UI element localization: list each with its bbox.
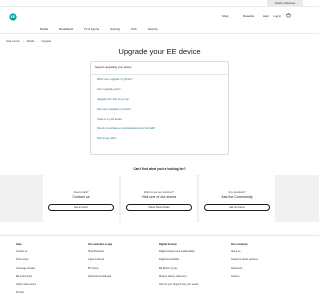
breadcrumb-separator: ›	[22, 40, 24, 43]
header-link-rewards[interactable]: Rewards	[243, 14, 254, 18]
nav-broadband[interactable]: Broadband	[59, 27, 73, 31]
footer-link[interactable]: Product	[16, 291, 36, 299]
header-link-shop[interactable]: Shop	[222, 14, 229, 18]
footer-heading: Our websites & app	[88, 243, 113, 246]
ee-logo-icon[interactable]: EE	[9, 13, 17, 21]
faq-link[interactable]: Trade in my old device	[97, 114, 222, 124]
breadcrumb-separator: ›	[37, 40, 39, 43]
help-heading: Can't find what you're looking for?	[133, 167, 186, 171]
divider	[0, 235, 319, 236]
svg-text:EE: EE	[11, 15, 16, 19]
footer-link[interactable]: Shop Business	[88, 250, 112, 258]
footer-heading: Digital Society	[159, 243, 177, 246]
faq-link[interactable]: When can I upgrade my phone?	[97, 75, 222, 85]
basket-icon[interactable]	[286, 13, 291, 18]
footer-link[interactable]: BT Group	[88, 267, 112, 275]
header-link-help[interactable]: Help	[263, 14, 269, 18]
faq-link[interactable]: How do I purchase an unlocked/accessory …	[97, 124, 222, 134]
faq-link[interactable]: Can I upgrade early?	[97, 85, 222, 95]
nav-tech[interactable]: Tech	[131, 27, 137, 31]
page-title: Upgrade your EE device	[118, 47, 201, 56]
help-card-stores: Want to see our customer? Visit one of o…	[121, 175, 197, 222]
footer-column-digital-society: Digital Society Digital inclusion and su…	[159, 243, 198, 291]
help-card-kicker: Want to see our customer?	[144, 191, 174, 194]
footer-link[interactable]: Careers	[231, 275, 258, 283]
faq-link[interactable]: How to pay offers	[97, 134, 222, 144]
faq-list: When can I upgrade my phone? Can I upgra…	[91, 75, 228, 144]
footer-heading: Our company	[231, 243, 248, 246]
footer-link[interactable]: EE Community	[16, 275, 36, 283]
footer-link[interactable]: Student's railcar ventures	[231, 258, 258, 266]
get-in-touch-button[interactable]: Get in touch	[48, 204, 114, 211]
footer-link[interactable]: Digital inclusion and sustainability	[159, 250, 198, 258]
footer-link[interactable]: How do you: Support buy your needs	[159, 283, 198, 291]
faq-link[interactable]: Upgrade from Pay as you go	[97, 95, 222, 105]
help-card-title: Contact us	[72, 195, 90, 199]
nav-mobile[interactable]: Mobile	[40, 27, 48, 31]
footer-column-help: Help Contact us Find a store Coverage ch…	[16, 243, 36, 300]
footer-link[interactable]: Large business	[88, 258, 112, 266]
footer-column-company: Our company About us Student's railcar v…	[231, 243, 258, 283]
ask-forum-button[interactable]: Ask our forum	[204, 204, 270, 211]
footer-link[interactable]: Digital Accessibility	[159, 258, 198, 266]
main-nav: Mobile Broadband TV & Sports Gaming Tech…	[40, 27, 158, 31]
footer-link[interactable]: Download the EE app	[88, 275, 112, 283]
faq-card: Support upgrading your phone When can I …	[90, 61, 229, 155]
nav-security[interactable]: Security	[148, 27, 158, 31]
breadcrumb: Help Centre › Mobile › Upgrade	[6, 40, 51, 43]
footer-link[interactable]: Newsroom	[231, 267, 258, 275]
site-header: EE Shop Rewards Help Log in Mobile Broad…	[0, 7, 319, 33]
help-card-contact: Need to talk? Contact us Get in touch	[43, 175, 119, 222]
breadcrumb-help-centre[interactable]: Help Centre	[6, 40, 20, 43]
breadcrumb-mobile[interactable]: Mobile	[27, 40, 35, 43]
help-card-title: Ask the Community	[221, 195, 253, 199]
breadcrumb-upgrade: Upgrade	[41, 40, 52, 43]
footer-link[interactable]: Orders and returns	[16, 283, 36, 291]
help-card-community: Any questions? Ask the Community Ask our…	[199, 175, 275, 222]
footer-link[interactable]: Coverage checker	[16, 267, 36, 275]
footer-column-websites: Our websites & app Shop Business Large b…	[88, 243, 112, 283]
help-card-kicker: Any questions?	[228, 191, 246, 194]
footer-link[interactable]: About us	[231, 250, 258, 258]
login-link[interactable]: Log in	[273, 14, 281, 18]
footer-link[interactable]: Modern slavery statement	[159, 275, 198, 283]
nav-gaming[interactable]: Gaming	[110, 27, 120, 31]
nav-tv-sports[interactable]: TV & Sports	[84, 27, 99, 31]
footer-link[interactable]: Find a store	[16, 258, 36, 266]
faq-link[interactable]: How can I upgrade my phone?	[97, 104, 222, 114]
faq-heading: Support upgrading your phone	[91, 62, 228, 75]
footer-heading: Help	[16, 243, 22, 246]
help-card-kicker: Need to talk?	[73, 191, 89, 194]
help-card-title: Visit one of our stores	[141, 195, 177, 199]
divider	[0, 33, 319, 34]
store-finder-button[interactable]: Check Store Finder	[126, 204, 192, 211]
footer-link[interactable]: Contact us	[16, 250, 36, 258]
footer-link[interactable]: EE Boost my pay	[159, 267, 198, 275]
